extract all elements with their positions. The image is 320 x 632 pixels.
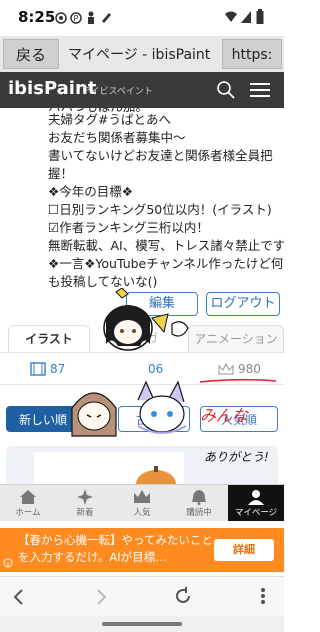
tab-illustration[interactable]: イラスト <box>8 325 90 352</box>
crown-nav-icon <box>134 490 150 503</box>
page-title: マイページ - ibisPaint <box>68 47 211 63</box>
profile-line: ❖今年の目標❖ <box>48 184 133 199</box>
gesture-bar <box>0 616 284 632</box>
illustration-card[interactable]: ありがとう! <box>6 446 278 488</box>
ad-banner[interactable]: 【春から心機一転】やってみたいことを入力するだけ。AIが目標… 詳細 <box>0 528 284 572</box>
nav-new[interactable]: 新着 <box>57 485 113 521</box>
status-bar: 8:25 P <box>0 0 284 36</box>
logout-button[interactable]: ログアウト <box>206 292 280 316</box>
tab-animation[interactable]: アニメーション <box>188 325 284 352</box>
logo-subtitle: アイビスペイント <box>82 87 153 97</box>
gesture-handle[interactable] <box>102 622 182 626</box>
illustration-thumbnail[interactable] <box>34 452 184 488</box>
search-icon[interactable] <box>217 81 235 99</box>
nav-mypage[interactable]: マイページ <box>228 485 284 521</box>
more-options-icon[interactable] <box>260 587 266 605</box>
crown-icon <box>218 363 234 375</box>
ad-info-icon[interactable] <box>3 558 13 568</box>
bell-icon <box>192 490 206 505</box>
profile-line: ☑作者ランキング三桁以内！ <box>48 220 209 235</box>
url-button[interactable]: https: <box>222 39 282 69</box>
pen-status-icon <box>102 13 111 23</box>
nav-home-label: ホーム <box>15 508 41 518</box>
profile-line: 握！ <box>48 166 74 181</box>
wifi-icon <box>225 11 237 22</box>
character-drawing-top <box>103 288 189 351</box>
nav-mypage-label: マイページ <box>234 508 278 518</box>
profile-line: 無断転載、AI、模写、トレス諸々禁止です <box>48 238 284 253</box>
ad-text[interactable]: 【春から心機一転】やってみたいことを入力するだけ。AIが目標… <box>18 532 214 566</box>
nav-subscribed-label: 購読中 <box>186 508 212 518</box>
handwritten-thanks: ありがとう! <box>204 450 269 464</box>
notification-icon <box>55 12 67 24</box>
handwritten-red-note: みんな <box>200 406 249 425</box>
character-drawing-right <box>137 380 187 434</box>
home-icon <box>20 490 36 504</box>
profile-line: 夫婦タグ#うぱとあへ <box>48 112 171 127</box>
status-time: 8:25 <box>18 8 56 26</box>
profile-line: 書いてないけどお友達と関係者様全員把 <box>48 148 273 163</box>
sparkle-icon <box>77 489 93 505</box>
back-arrow-icon[interactable] <box>12 589 24 605</box>
profile-line: ❖一言❖YouTubeチャンネル作ったけど何 <box>48 256 284 271</box>
ad-detail-button[interactable]: 詳細 <box>214 539 274 561</box>
nav-popular-label: 人気 <box>133 508 151 518</box>
app-header: ibisPaint アイビスペイント <box>0 72 284 108</box>
bottom-nav: ホーム 新着 人気 購読中 マイページ <box>0 484 284 521</box>
battery-icon <box>256 9 264 24</box>
signal-icon <box>241 11 251 23</box>
svg-text:P: P <box>74 14 79 23</box>
profile-line: お友だち関係者募集中～ <box>48 130 186 145</box>
nav-new-label: 新着 <box>76 508 94 518</box>
reload-icon[interactable] <box>174 587 192 605</box>
back-button[interactable]: 戻る <box>3 39 59 69</box>
person-status-icon <box>88 11 94 24</box>
nav-subscribed[interactable]: 購読中 <box>171 485 227 521</box>
film-icon <box>30 362 46 376</box>
red-underline-scribble <box>199 378 277 383</box>
nav-home[interactable]: ホーム <box>0 485 56 521</box>
p-icon: P <box>70 12 82 24</box>
browser-toolbar <box>0 576 284 617</box>
character-drawing-left <box>71 392 117 437</box>
profile-line: ☐日別ランキング50位以内！(イラスト) <box>48 202 272 217</box>
browser-header: 戻る マイページ - ibisPaint https: <box>0 36 284 72</box>
person-icon <box>248 490 264 505</box>
menu-icon[interactable] <box>250 82 270 98</box>
forward-arrow-icon[interactable] <box>96 589 108 605</box>
nav-popular[interactable]: 人気 <box>114 485 170 521</box>
illustration-count[interactable]: 87 <box>50 354 65 384</box>
